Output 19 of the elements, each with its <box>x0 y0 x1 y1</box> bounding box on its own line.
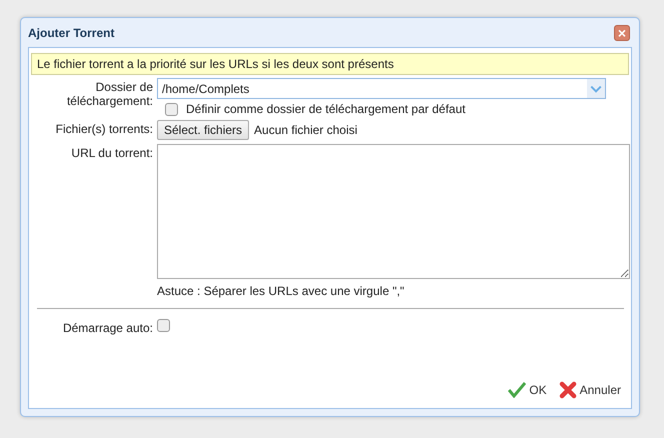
checkbox[interactable] <box>165 102 178 116</box>
select-files-button[interactable]: Sélect. fichiers <box>157 120 250 140</box>
hint-text: Astuce : Séparer les URLs avec une virgule "," <box>157 283 406 298</box>
cross-icon <box>558 381 577 399</box>
chevron-down-icon <box>587 79 605 98</box>
checkbox-label: Définir comme dossier de téléchargement par défaut <box>186 102 466 116</box>
checkbox[interactable] <box>157 319 170 332</box>
ok-button[interactable]: OK <box>508 381 547 399</box>
field-label: Démarrage auto: <box>62 320 153 335</box>
url-input-field[interactable] <box>157 144 630 279</box>
field-label: URL du torrent: <box>70 145 153 162</box>
field-label: Fichier(s) torrents: <box>54 121 153 138</box>
field-label: Dossier de téléchargement: <box>66 79 153 110</box>
window-title: Ajouter Torrent <box>28 26 114 40</box>
notice-banner: Le fichier torrent a la priorité sur les URLs si les deux sont présents <box>31 53 629 75</box>
file-status: Aucun fichier choisi <box>254 123 358 137</box>
checkmark-icon <box>508 382 526 398</box>
cancel-button[interactable]: Annuler <box>558 381 621 399</box>
folder-dropdown[interactable]: /home/Complets <box>157 78 606 99</box>
